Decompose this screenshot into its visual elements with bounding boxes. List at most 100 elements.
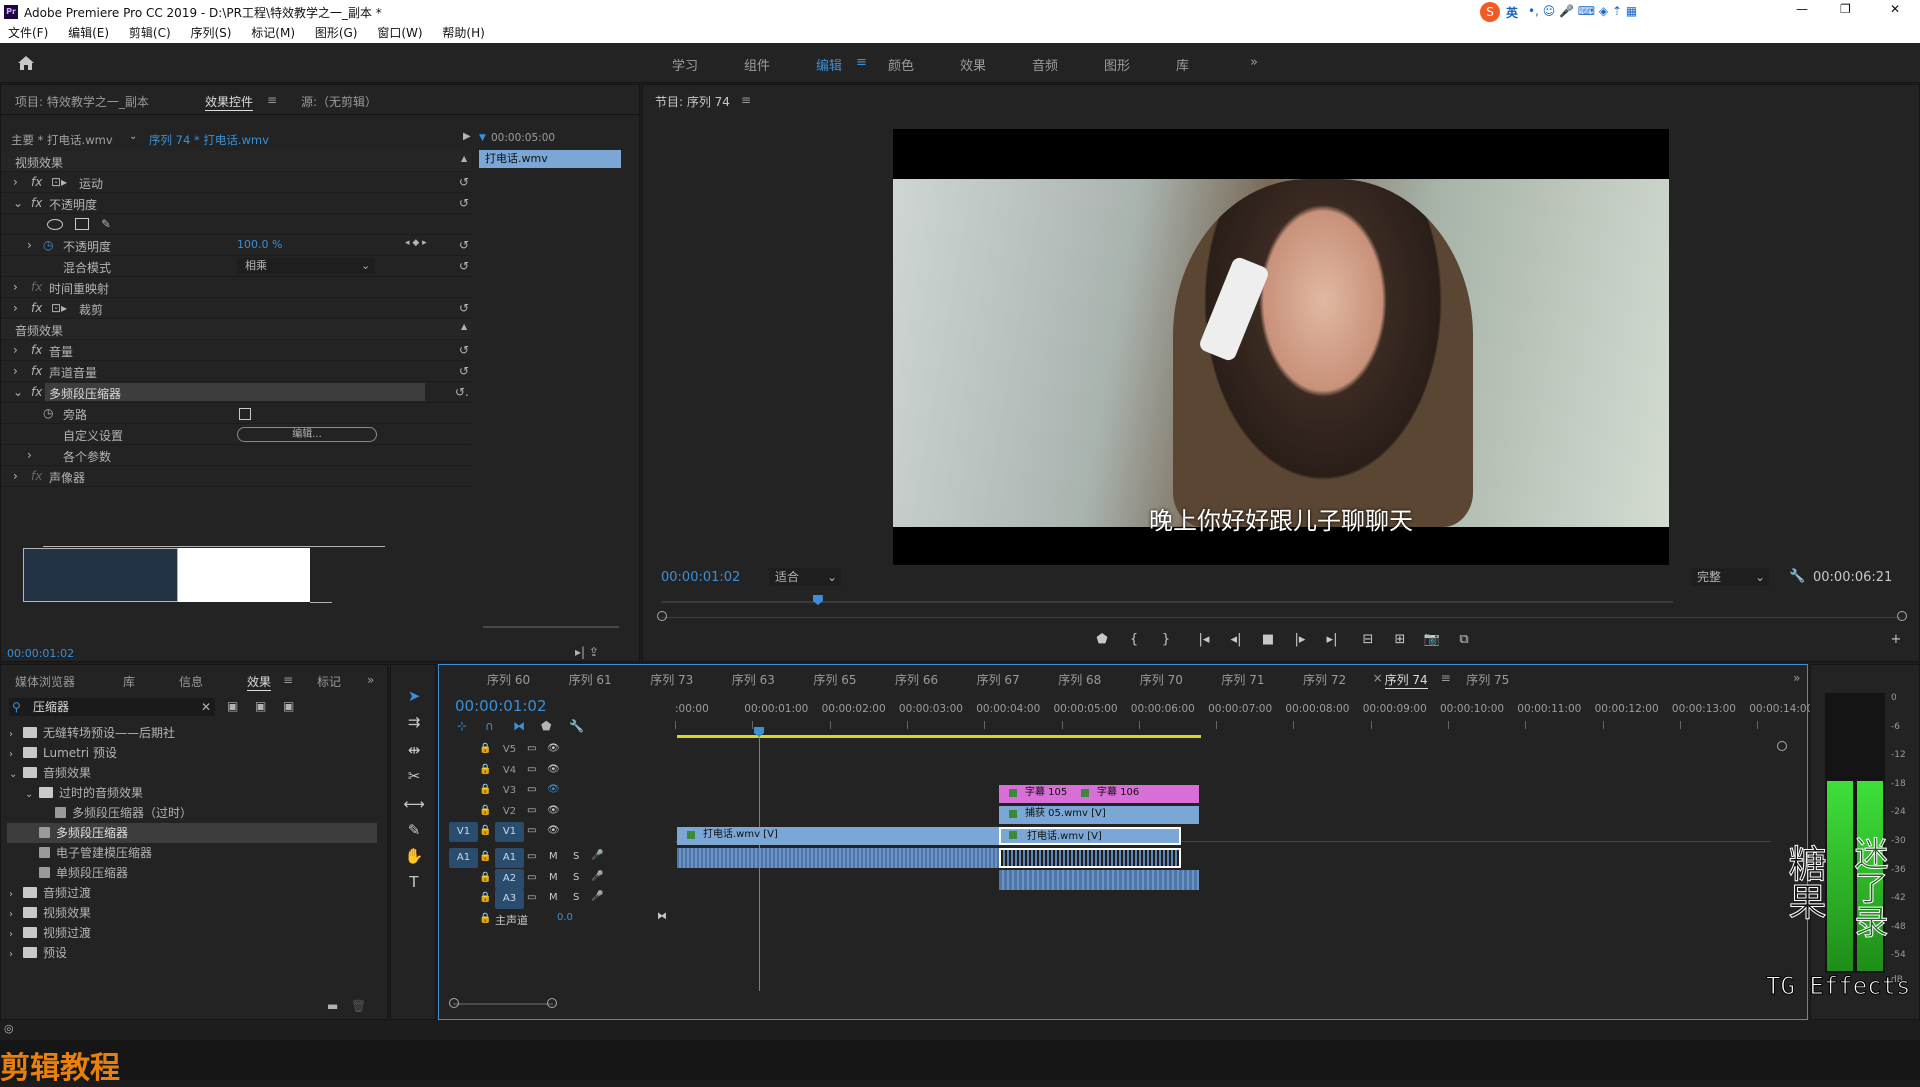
tab-source[interactable]: 源:（无剪辑） [301, 93, 377, 110]
workspace-more[interactable]: » [1250, 55, 1258, 70]
chevron-right-icon[interactable]: › [9, 885, 23, 905]
vertical-scroll-handle[interactable] [1777, 741, 1787, 751]
blend-mode-select[interactable]: 相乘 ⌄ [237, 258, 375, 274]
timeline-tab[interactable]: 序列 73 [650, 671, 693, 688]
lock-icon[interactable]: 🔒 [479, 764, 491, 775]
add-button-icon[interactable]: + [1887, 631, 1905, 649]
lift-icon[interactable]: ⊟ [1359, 631, 1377, 649]
nest-icon[interactable]: ⊹ [457, 719, 467, 733]
scroll-right-handle[interactable] [547, 998, 557, 1008]
add-marker-icon[interactable]: ⬟ [541, 719, 551, 733]
keyframe-nav-icon[interactable]: ◂ ◆ ▸ [405, 238, 427, 248]
lock-icon[interactable]: 🔒 [479, 872, 491, 883]
go-to-in-icon[interactable]: |◂ [1195, 631, 1213, 649]
reset-icon[interactable]: ↺ [459, 238, 469, 252]
audio-clip-a2[interactable] [999, 870, 1199, 890]
effect-controls-timecode[interactable]: 00:00:01:02 [7, 647, 74, 660]
yuv-effects-icon[interactable]: ▣ [283, 699, 294, 713]
eye-icon[interactable]: 👁 [547, 825, 560, 836]
menu-edit[interactable]: 编辑(E) [68, 26, 109, 40]
track-label[interactable]: A3 [495, 889, 524, 909]
step-back-icon[interactable]: ◂| [1227, 631, 1245, 649]
minimize-button[interactable]: — [1796, 2, 1808, 16]
menu-clip[interactable]: 剪辑(C) [129, 26, 171, 40]
effect-volume[interactable]: › fx 音量 ↺ [1, 340, 471, 361]
maximize-button[interactable]: ❐ [1840, 2, 1851, 16]
menu-window[interactable]: 窗口(W) [377, 26, 422, 40]
mini-playhead-icon[interactable]: ▼ [479, 133, 486, 143]
compare-view-icon[interactable]: ⧉ [1455, 631, 1473, 649]
menu-help[interactable]: 帮助(H) [442, 26, 484, 40]
effects-folder[interactable]: › 视频过渡 [9, 923, 91, 943]
timeline-timecode[interactable]: 00:00:01:02 [455, 697, 547, 715]
solo-button[interactable]: S [573, 892, 579, 903]
lock-icon[interactable]: 🔒 [479, 805, 491, 816]
lock-icon[interactable]: 🔒 [479, 784, 491, 795]
timeline-tab[interactable]: 序列 61 [569, 671, 612, 688]
workspace-effects[interactable]: 效果 [960, 55, 986, 74]
close-tab-icon[interactable]: × [1373, 671, 1383, 685]
selection-tool-icon[interactable]: ➤ [403, 687, 425, 709]
track-select-tool-icon[interactable]: ⇉ [403, 713, 425, 735]
mute-button[interactable]: M [549, 872, 558, 883]
chevron-down-icon[interactable]: ⌄ [9, 765, 23, 785]
step-forward-icon[interactable]: |▸ [1291, 631, 1309, 649]
effect-panner[interactable]: › fx 声像器 [1, 466, 471, 487]
effect-time-remap[interactable]: › fx 时间重映射 [1, 277, 471, 298]
delete-icon[interactable]: 🗑 [351, 999, 366, 1013]
workspace-libraries[interactable]: 库 [1176, 55, 1189, 74]
mic-icon[interactable]: 🎤 [591, 871, 603, 882]
menu-sequence[interactable]: 序列(S) [190, 26, 231, 40]
effect-crop[interactable]: › fx ⊡▸ 裁剪 ↺ [1, 298, 471, 319]
add-marker-icon[interactable]: ⬟ [1093, 631, 1111, 649]
effects-folder[interactable]: ⌄ 过时的音频效果 [25, 783, 143, 803]
lock-icon[interactable]: 🔒 [479, 892, 491, 903]
workspace-menu-icon[interactable]: ≡ [856, 55, 867, 70]
effects-folder[interactable]: › 视频效果 [9, 903, 91, 923]
tab-libraries[interactable]: 库 [123, 673, 135, 690]
mute-button[interactable]: M [549, 851, 558, 862]
chevron-down-icon[interactable]: ⌄ [129, 131, 137, 142]
extract-icon[interactable]: ⊞ [1391, 631, 1409, 649]
stopwatch-icon[interactable]: ◷ [43, 406, 53, 420]
chevron-right-icon[interactable]: › [9, 725, 23, 745]
tab-project[interactable]: 项目: 特效教学之一_副本 [15, 93, 149, 110]
ime-toolbar[interactable]: S 英 •, ☺ 🎤 ⌨ ◈ ⇡ ▦ [1480, 2, 1692, 22]
clip-title-106[interactable]: 字幕 106 [1071, 785, 1199, 803]
ripple-edit-tool-icon[interactable]: ⇹ [403, 741, 425, 763]
scroll-left-handle[interactable] [449, 998, 459, 1008]
reset-icon[interactable]: ↺ [459, 343, 469, 357]
solo-button[interactable]: S [573, 851, 579, 862]
clip-v1-phone-b[interactable]: 打电话.wmv [V] [999, 827, 1181, 845]
mic-icon[interactable]: 🎤 [591, 850, 603, 861]
params-row[interactable]: › 各个参数 [1, 445, 471, 466]
timeline-tab[interactable]: 序列 71 [1221, 671, 1264, 688]
reset-icon[interactable]: ↺ [459, 364, 469, 378]
edit-button[interactable]: 编辑... [237, 427, 377, 442]
chevron-right-icon[interactable]: › [9, 925, 23, 945]
clip-capture-05[interactable]: 捕获 05.wmv [V] [999, 806, 1199, 824]
reset-icon[interactable]: ↺ [459, 196, 469, 210]
tab-effects[interactable]: 效果 [247, 673, 272, 691]
timeline-tab[interactable]: 序列 75 [1466, 671, 1509, 688]
effects-search-input[interactable]: ⚲ 压缩器 ✕ [9, 698, 215, 716]
track-label[interactable]: V2 [495, 802, 524, 822]
sequence-clip-label[interactable]: 序列 74 * 打电话.wmv [149, 132, 269, 148]
workspace-editing[interactable]: 编辑 [816, 55, 842, 74]
chevron-right-icon[interactable]: › [9, 945, 23, 965]
lock-icon[interactable]: 🔒 [479, 851, 491, 862]
workspace-color[interactable]: 颜色 [888, 55, 914, 74]
track-label[interactable]: A2 [495, 868, 524, 889]
hand-tool-icon[interactable]: ✋ [403, 847, 425, 869]
effects-folder[interactable]: › 音频过渡 [9, 883, 91, 903]
reset-icon[interactable]: ↺ [459, 259, 469, 273]
bypass-checkbox[interactable] [239, 408, 251, 420]
clip-title-105[interactable]: 字幕 105 [999, 785, 1071, 803]
tab-effect-controls[interactable]: 效果控件 [205, 93, 254, 111]
timeline-settings-icon[interactable]: 🔧 [569, 719, 584, 733]
workspace-graphics[interactable]: 图形 [1104, 55, 1130, 74]
track-label[interactable]: V5 [495, 740, 524, 760]
rect-mask-icon[interactable] [75, 218, 89, 230]
tab-markers[interactable]: 标记 [317, 673, 341, 690]
lock-icon[interactable]: 🔒 [479, 743, 491, 754]
